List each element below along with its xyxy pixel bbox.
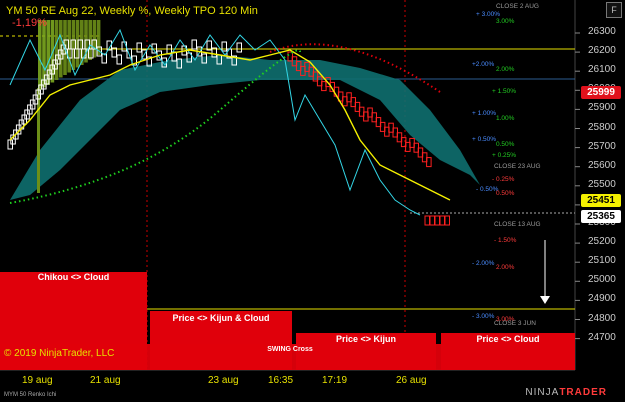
tpo-bar [50,20,55,83]
level-label: + 0.25% [492,152,517,159]
renko-brick [444,215,450,226]
renko-brick [136,42,142,53]
down-arrow-head [540,296,550,304]
level-label: - 3.00% [472,313,495,320]
tpo-bar [71,20,76,70]
x-axis-label: 26 aug [396,375,427,386]
price-tag-yellow: 25451 [581,194,621,207]
x-axis-label: 16:35 [268,375,294,386]
level-label: 2.00% [496,66,515,73]
ninjatrader-logo: NINJATRADER [525,387,607,398]
x-axis-label: 17:19 [322,375,348,386]
level-label: - 0.25% [492,176,515,183]
x-axis-label: 23 aug [208,375,239,386]
level-label: + 1.50% [492,88,517,95]
renko-brick [424,215,430,226]
level-label: 1.00% [496,115,515,122]
level-label: CLOSE 3 JUN [494,320,536,327]
kijun-cloud-label: Price <> Kijun & Cloud [172,313,270,323]
renko-brick [236,42,242,53]
renko-brick [221,41,227,52]
chart-title: YM 50 RE Aug 22, Weekly %, Weekly TPO 12… [6,5,258,17]
ichimoku-cloud [10,55,480,200]
renko-brick [429,215,435,226]
level-label: CLOSE 2 AUG [496,3,539,10]
price-axis-label: 24900 [588,293,616,305]
price-axis-label: 25100 [588,255,616,267]
instrument-footer: MYM 50 Renko Ichi [4,392,57,398]
level-label: - 1.50% [494,237,517,244]
price-axis-label: 24800 [588,312,616,324]
cloud-label: Price <> Cloud [476,334,540,344]
swing-cross-label: SWING Cross [267,346,313,353]
level-label: + 3.00% [476,11,501,18]
renko-brick [116,54,122,65]
level-label: + 0.50% [472,136,497,143]
price-axis-label: 25800 [588,121,616,133]
price-axis-label: 24700 [588,331,616,343]
level-label: 0.50% [496,141,515,148]
price-axis-label: 25500 [588,178,616,190]
price-tag-red: 25999 [581,86,621,99]
price-axis-label: 25600 [588,159,616,171]
level-label: +2.00% [472,61,495,68]
kijun-label: Price <> Kijun [335,334,397,344]
x-axis-label: 19 aug [22,375,53,386]
level-label: CLOSE 13 AUG [494,221,541,228]
price-axis-label: 25700 [588,140,616,152]
level-label: CLOSE 23 AUG [494,163,541,170]
price-axis-label: 25900 [588,102,616,114]
renko-brick [191,39,197,50]
x-axis-label: 21 aug [90,375,121,386]
price-tag-last: 25365 [581,210,621,223]
renko-brick [434,215,440,226]
renko-brick [439,215,445,226]
change-percent: -1,19% [12,17,47,29]
chart-options-button[interactable]: F [606,2,622,18]
level-label: - 2.00% [472,260,495,267]
price-axis-label: 25000 [588,274,616,286]
renko-brick [101,53,107,64]
copyright-text: © 2019 NinjaTrader, LLC [4,348,115,359]
level-label: 3.00% [496,18,515,25]
price-axis-ticks [575,32,580,340]
price-axis-label: 26100 [588,64,616,76]
tpo-bar [38,20,42,90]
price-axis-label: 26200 [588,45,616,57]
level-label: 0.50% [496,190,515,197]
level-label: 2.00% [496,264,515,271]
price-axis-label: 25200 [588,236,616,248]
chikou-cloud-label: Chikou <> Cloud [37,272,110,282]
tpo-bar [54,20,59,80]
tpo-bar [67,20,71,73]
price-axis-label: 26300 [588,26,616,37]
level-label: + 1.00% [472,110,497,117]
